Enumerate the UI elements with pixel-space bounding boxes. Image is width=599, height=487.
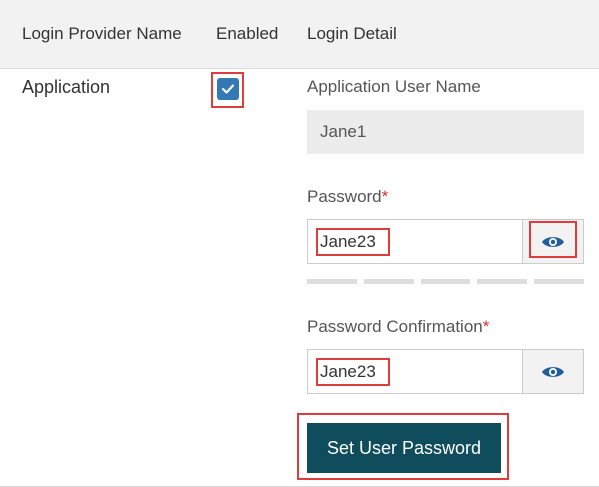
username-field: Jane1 (307, 110, 584, 154)
password-confirm-label: Password Confirmation* (307, 317, 489, 337)
username-value: Jane1 (320, 122, 367, 141)
strength-segment (420, 279, 471, 284)
password-confirm-label-text: Password Confirmation (307, 317, 483, 336)
password-input[interactable]: Jane23 (320, 232, 376, 252)
set-user-password-button[interactable]: Set User Password (307, 423, 501, 473)
header-login-detail: Login Detail (307, 24, 397, 43)
username-label: Application User Name (307, 77, 481, 96)
password-confirm-input-group: Jane23 (307, 349, 584, 394)
password-label-text: Password (307, 187, 382, 206)
strength-segment (307, 279, 357, 284)
password-required-marker: * (381, 187, 389, 206)
password-label: Password* (307, 187, 388, 207)
check-icon (221, 84, 235, 94)
strength-segment (477, 279, 528, 284)
strength-segment (363, 279, 414, 284)
header-login-provider-name: Login Provider Name (22, 24, 182, 43)
table-header: Login Provider Name Enabled Login Detail (0, 0, 599, 69)
show-password-highlight (529, 221, 577, 258)
eye-icon (542, 366, 564, 377)
password-confirm-input[interactable]: Jane23 (320, 362, 376, 382)
header-enabled: Enabled (216, 24, 279, 43)
strength-segment (534, 279, 584, 284)
password-strength-meter (307, 279, 584, 284)
enabled-checkbox[interactable] (217, 78, 239, 100)
show-password-confirm-button[interactable] (522, 350, 583, 393)
password-confirm-required-marker: * (482, 317, 490, 336)
user-login-providers-panel: Login Provider Name Enabled Login Detail… (0, 0, 599, 487)
provider-name-application: Application (22, 77, 111, 97)
